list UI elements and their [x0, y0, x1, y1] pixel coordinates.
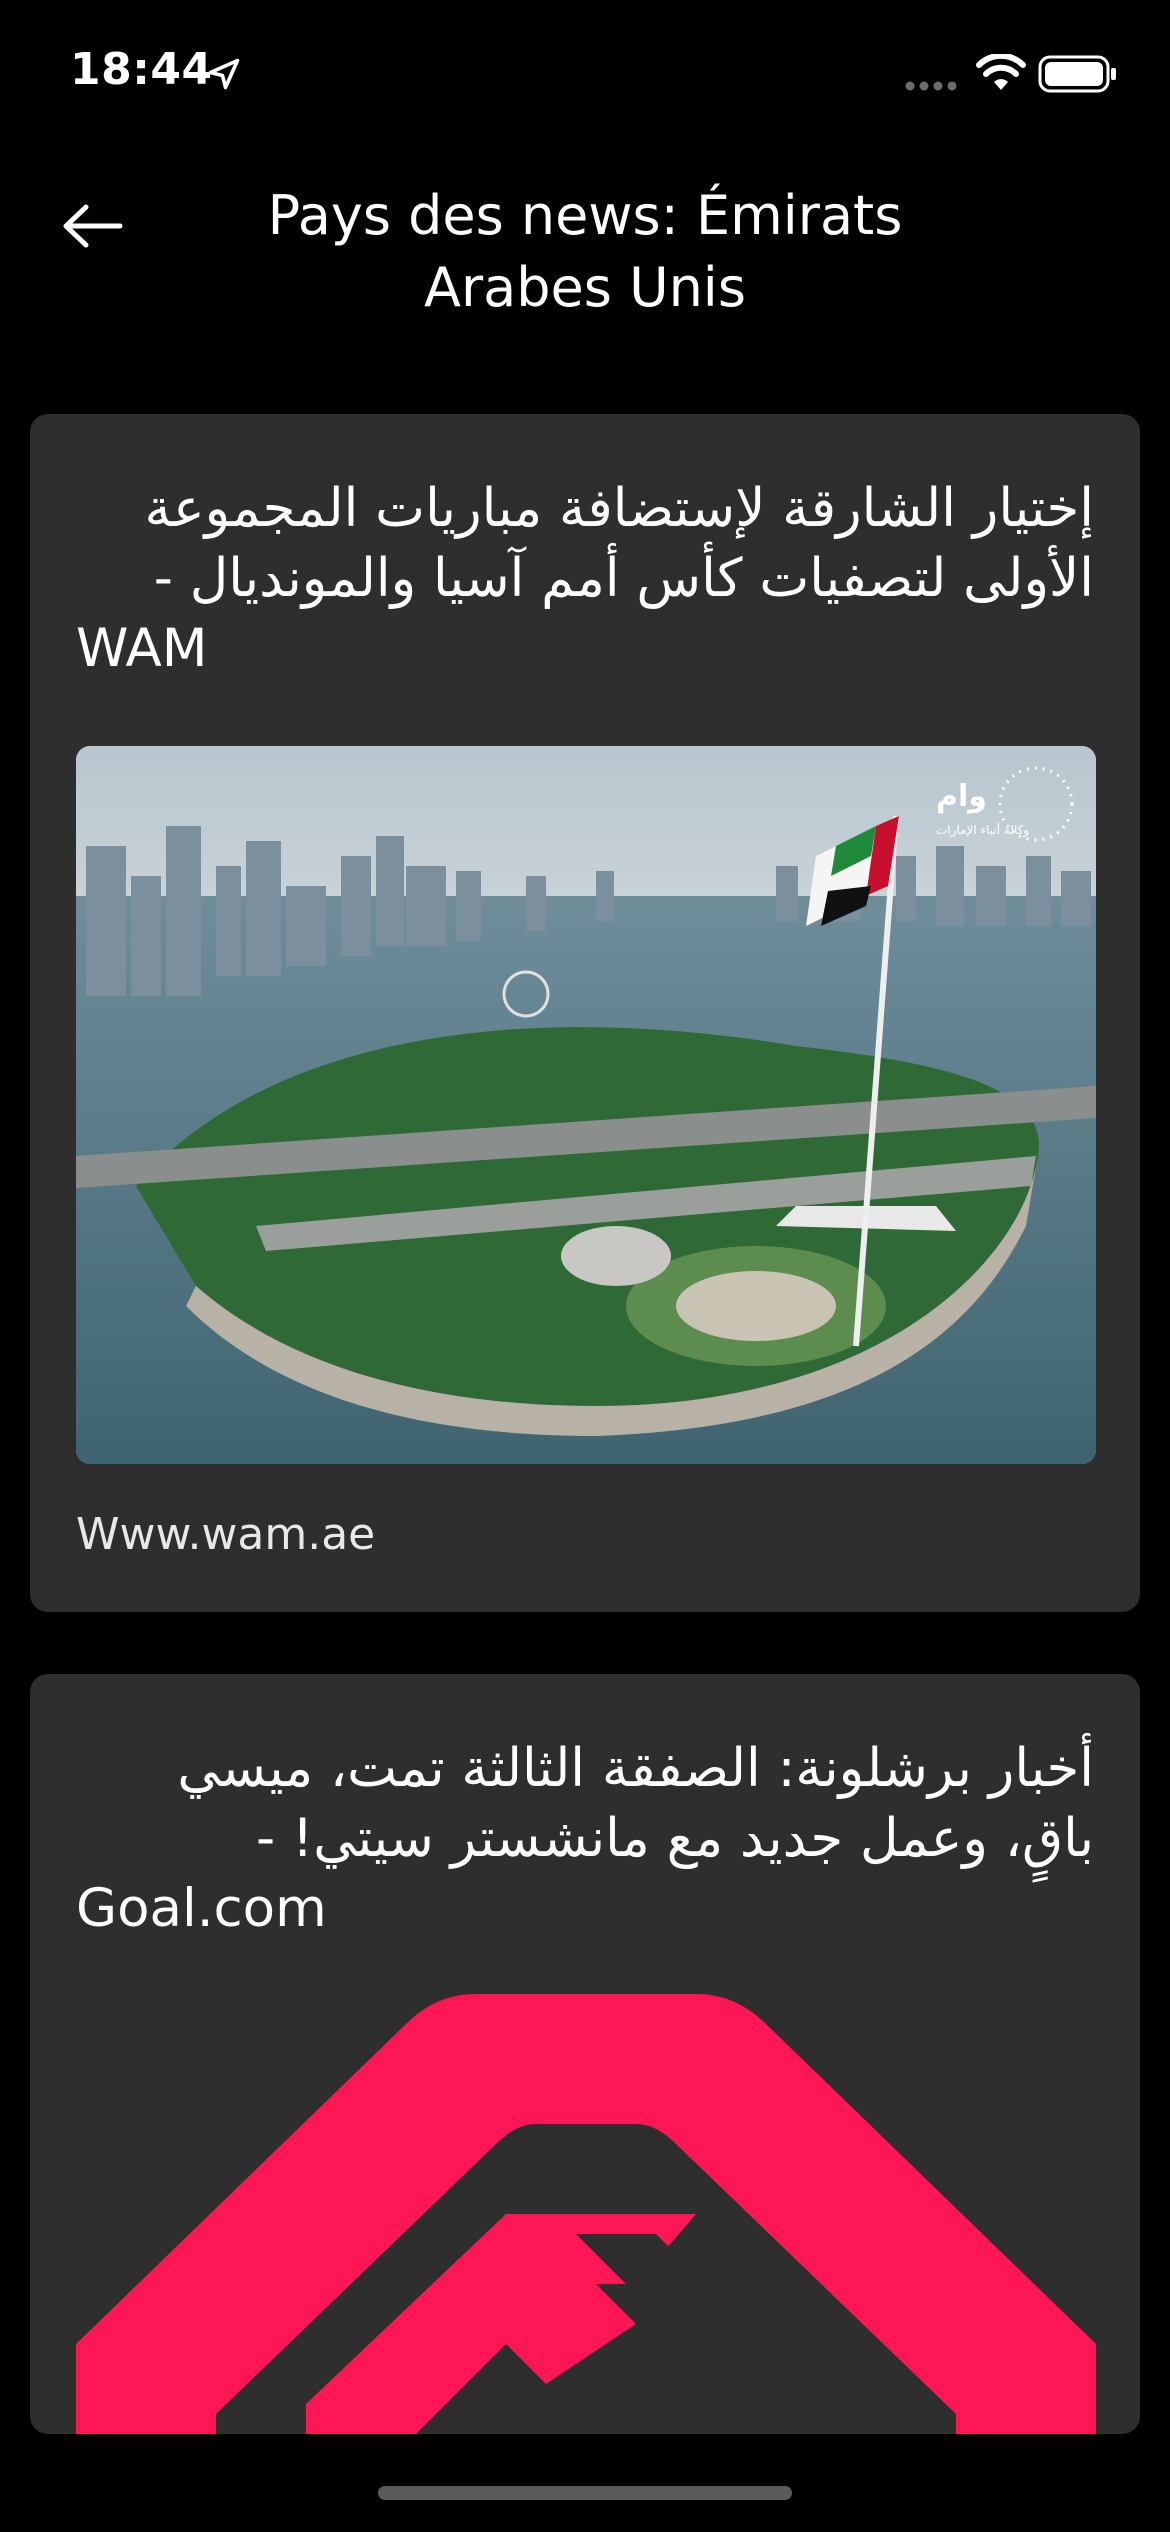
- cellular-signal-icon: [905, 81, 957, 91]
- article-title: أخبار برشلونة: الصفقة الثالثة تمت، ميسي …: [76, 1734, 1094, 1944]
- home-indicator[interactable]: [378, 2486, 792, 2500]
- news-card[interactable]: إختيار الشارقة لإستضافة مباريات المجموعة…: [30, 414, 1140, 1612]
- article-image: وام وكالة أنباء الإمارات: [76, 746, 1096, 1464]
- article-title-arabic: إختيار الشارقة لإستضافة مباريات المجموعة…: [144, 478, 1094, 609]
- goal-logo-icon: [76, 1994, 1096, 2434]
- article-title-source: WAM: [76, 618, 208, 679]
- battery-icon: [1038, 55, 1116, 93]
- page-title: Pays des news: Émirats Arabes Unis: [267, 184, 903, 319]
- status-bar: 18:44: [0, 0, 1170, 140]
- goal-logo-image: [76, 1984, 1096, 2434]
- wifi-icon: [976, 54, 1026, 90]
- nav-header: Pays des news: Émirats Arabes Unis: [0, 160, 1170, 340]
- arrow-left-icon: [63, 204, 123, 248]
- status-time: 18:44: [70, 44, 213, 95]
- back-button[interactable]: [50, 184, 134, 268]
- screen: 18:44 Pays des news: Émirats Arabes Unis…: [0, 0, 1170, 2532]
- article-title-source: Goal.com: [76, 1878, 327, 1939]
- article-title-arabic: أخبار برشلونة: الصفقة الثالثة تمت، ميسي …: [177, 1738, 1094, 1869]
- location-arrow-icon: [208, 58, 240, 90]
- article-source[interactable]: Www.wam.ae: [76, 1509, 375, 1560]
- sharjah-aerial-photo: وام وكالة أنباء الإمارات: [76, 746, 1096, 1464]
- wam-logo-text: وام: [936, 779, 987, 814]
- wam-logo-subtext: وكالة أنباء الإمارات: [936, 822, 1029, 838]
- news-card[interactable]: أخبار برشلونة: الصفقة الثالثة تمت، ميسي …: [30, 1674, 1140, 2434]
- article-title: إختيار الشارقة لإستضافة مباريات المجموعة…: [76, 474, 1094, 684]
